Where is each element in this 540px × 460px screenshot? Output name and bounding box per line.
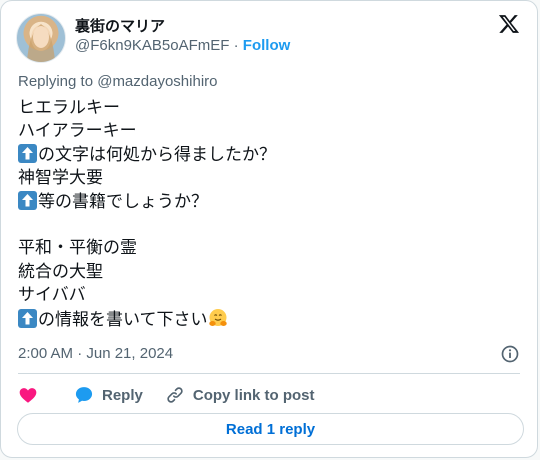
divider (18, 373, 520, 374)
info-icon[interactable] (500, 344, 520, 364)
reply-label: Reply (102, 386, 143, 404)
tweet-line-text: の情報を書いて下さい (38, 309, 208, 330)
tweet-line: 統合の大聖 (18, 261, 518, 284)
tweet-line: ヒエラルキー (18, 97, 518, 120)
tweet-line-text: 統合の大聖 (18, 261, 103, 282)
tweet-line-text: 等の書籍でしょうか？ (38, 191, 208, 212)
author-handle-row: @F6kn9KAB5oAFmEF · Follow (75, 37, 290, 54)
tweet-line (18, 214, 518, 237)
like-button[interactable] (18, 385, 38, 405)
embedded-tweet-card: 裏街のマリア @F6kn9KAB5oAFmEF · Follow Replyin… (0, 0, 538, 458)
tweet-line: 平和・平衡の霊 (18, 237, 518, 260)
copy-link-button[interactable]: Copy link to post (165, 385, 315, 405)
tweet-line-text: ハイアラーキー (18, 121, 137, 142)
author-name[interactable]: 裏街のマリア (75, 15, 165, 36)
x-logo-icon[interactable] (498, 13, 520, 35)
tweet-timestamp[interactable]: 2:00 AM · Jun 21, 2024 (18, 345, 173, 362)
tweet-line: 神智学大要 (18, 167, 518, 190)
reply-button[interactable]: Reply (74, 385, 143, 405)
tweet-text: ヒエラルキー ハイアラーキー の文字は何処から得ましたか？ 神智学大要 等の書籍… (18, 97, 518, 331)
link-icon (167, 387, 183, 403)
up-arrow-emoji-icon (18, 143, 37, 163)
up-arrow-emoji-icon (18, 308, 37, 328)
read-reply-button[interactable]: Read 1 reply (17, 413, 524, 445)
speech-bubble-icon (75, 387, 93, 403)
copy-link-label: Copy link to post (192, 386, 315, 404)
avatar[interactable] (16, 13, 66, 63)
tweet-line-text: の文字は何処から得ましたか？ (38, 144, 276, 165)
tweet-line: ハイアラーキー (18, 120, 518, 143)
tweet-line: 等の書籍でしょうか？ (18, 190, 518, 214)
tweet-line: の文字は何処から得ましたか？ (18, 143, 518, 167)
tweet-line-text: ヒエラルキー (18, 98, 120, 118)
tweet-line: の情報を書いて下さい (18, 308, 518, 331)
heart-icon (19, 388, 37, 403)
author-handle[interactable]: @F6kn9KAB5oAFmEF (75, 37, 229, 54)
tweet-line-text: 神智学大要 (18, 168, 103, 189)
tweet-line-text: サイババ (18, 285, 86, 306)
replying-to[interactable]: Replying to @mazdayoshihiro (18, 73, 218, 90)
hugging-face-emoji-icon (208, 308, 227, 326)
tweet-line: サイババ (18, 284, 518, 307)
handle-separator: · (229, 37, 243, 54)
tweet-actions: Reply Copy link to post (18, 383, 315, 407)
up-arrow-emoji-icon (18, 190, 37, 210)
tweet-line-text: 平和・平衡の霊 (18, 238, 137, 259)
follow-button[interactable]: Follow (243, 37, 291, 54)
